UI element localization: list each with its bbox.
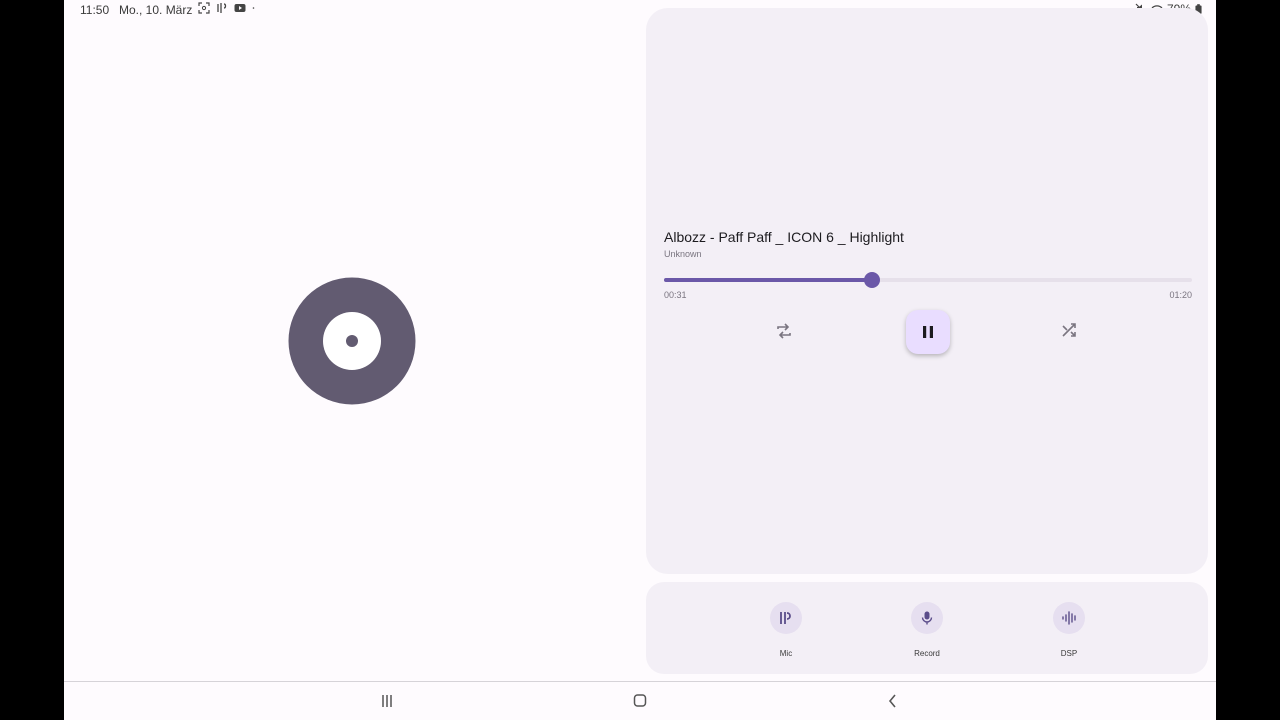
record-action-button[interactable]: Record (897, 602, 957, 658)
playback-controls (646, 308, 1208, 358)
youtube-icon (234, 4, 246, 12)
seek-progress (664, 278, 873, 282)
action-label-record: Record (914, 649, 940, 658)
total-duration: 01:20 (1169, 290, 1192, 300)
navigation-bar (64, 681, 1216, 720)
pause-button[interactable] (906, 310, 950, 354)
elapsed-time: 00:31 (664, 290, 687, 300)
back-icon[interactable] (883, 692, 903, 710)
pause-icon (923, 326, 933, 338)
vinyl-record-icon (288, 277, 416, 405)
equalizer-icon (1062, 611, 1076, 625)
action-label-mic: Mic (779, 649, 793, 658)
home-icon[interactable] (630, 692, 650, 710)
recents-icon[interactable] (377, 692, 397, 710)
track-artist: Unknown (664, 249, 702, 259)
mic-action-circle (770, 602, 802, 634)
seek-bar[interactable] (664, 272, 1192, 288)
mic-action-button[interactable]: Mic (756, 602, 816, 658)
dsp-action-button[interactable]: DSP (1039, 602, 1099, 658)
record-action-circle (911, 602, 943, 634)
shuffle-icon[interactable] (1060, 321, 1080, 341)
mic-app-icon (217, 3, 227, 13)
dsp-action-circle (1053, 602, 1085, 634)
seek-thumb[interactable] (864, 272, 881, 288)
quick-actions-card: Mic Record DSP (646, 582, 1208, 674)
album-art-pane (64, 20, 639, 680)
track-title: Albozz - Paff Paff _ ICON 6 _ Highlight (664, 229, 904, 245)
status-date: Mo., 10. März (119, 3, 193, 17)
repeat-icon[interactable] (774, 321, 794, 341)
screenshot-icon (198, 2, 210, 14)
mic-device-icon (780, 612, 791, 624)
status-time: 11:50 (80, 3, 110, 17)
status-notification-icons (198, 2, 258, 14)
action-label-dsp: DSP (1060, 649, 1078, 658)
screen: 11:50 Mo., 10. März Albozz - Paff Paff _… (64, 0, 1216, 720)
microphone-icon (921, 611, 933, 625)
dot-icon (252, 7, 255, 9)
now-playing-card: Albozz - Paff Paff _ ICON 6 _ Highlight … (646, 8, 1208, 574)
